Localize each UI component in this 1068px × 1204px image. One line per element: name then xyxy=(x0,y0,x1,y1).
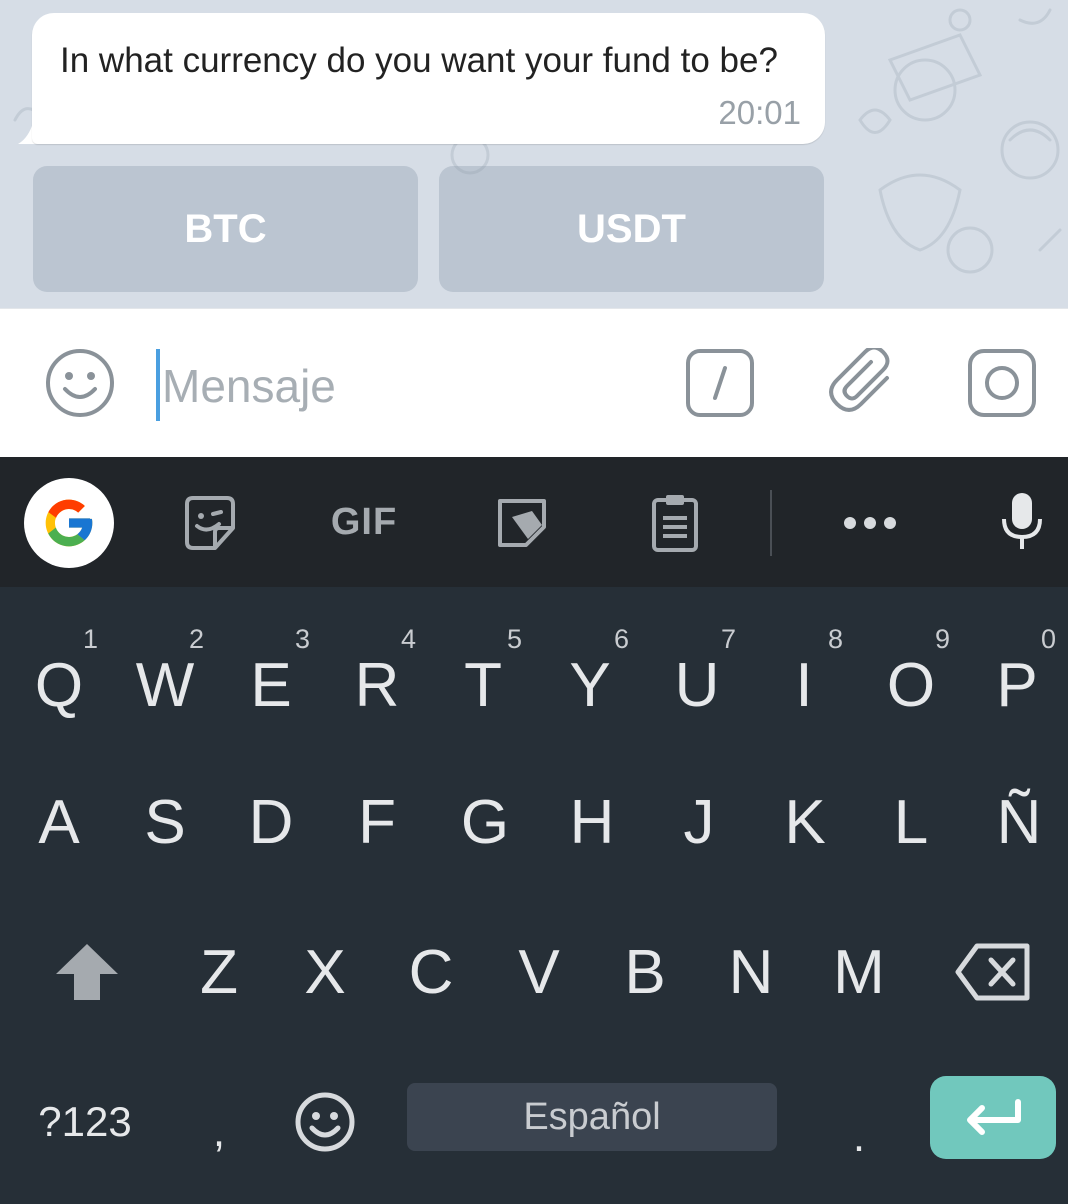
key-a[interactable]: A xyxy=(6,757,112,887)
emoji-key[interactable] xyxy=(272,1057,378,1187)
reply-button-usdt[interactable]: USDT xyxy=(439,166,824,292)
enter-icon xyxy=(967,1098,1021,1135)
key-g[interactable]: G xyxy=(432,757,538,887)
text-caret xyxy=(156,349,160,421)
space-key[interactable]: Español xyxy=(407,1083,777,1151)
symbols-key[interactable]: ?123 xyxy=(24,1057,146,1187)
sticker-icon[interactable] xyxy=(178,493,242,553)
message-time: 20:01 xyxy=(718,94,801,131)
message-input[interactable] xyxy=(162,353,642,419)
enter-key[interactable] xyxy=(930,1076,1056,1159)
attach-icon[interactable] xyxy=(828,347,900,419)
message-text: In what currency do you want your fund t… xyxy=(60,41,778,80)
key-v[interactable]: V xyxy=(486,907,592,1037)
backspace-icon xyxy=(955,943,1030,1001)
shift-icon xyxy=(56,944,118,1000)
chat-area: In what currency do you want your fund t… xyxy=(0,0,1068,308)
key-r[interactable]: R4 xyxy=(324,602,430,732)
key-j[interactable]: J xyxy=(646,757,752,887)
toolbar-divider xyxy=(770,490,772,556)
emoji-icon[interactable] xyxy=(44,347,116,419)
message-input-bar xyxy=(0,308,1068,457)
key-f[interactable]: F xyxy=(324,757,430,887)
key-y[interactable]: Y6 xyxy=(537,602,643,732)
key-c[interactable]: C xyxy=(378,907,484,1037)
key-z[interactable]: Z xyxy=(166,907,272,1037)
comma-key[interactable]: , xyxy=(166,1057,272,1187)
key-h[interactable]: H xyxy=(539,757,645,887)
key-x[interactable]: X xyxy=(272,907,378,1037)
keyboard: Q1 W2 E3 R4 T5 Y6 U7 I8 O9 P0 A S D F G … xyxy=(0,587,1068,1204)
clipboard-icon[interactable] xyxy=(644,489,706,557)
bot-command-icon[interactable] xyxy=(684,347,756,419)
key-w[interactable]: W2 xyxy=(112,602,218,732)
message-bubble: In what currency do you want your fund t… xyxy=(32,13,825,144)
key-b[interactable]: B xyxy=(592,907,698,1037)
key-o[interactable]: O9 xyxy=(858,602,964,732)
key-k[interactable]: K xyxy=(752,757,858,887)
google-icon[interactable] xyxy=(24,478,114,568)
key-p[interactable]: P0 xyxy=(964,602,1068,732)
shift-key[interactable] xyxy=(32,907,142,1037)
key-n[interactable]: N xyxy=(698,907,804,1037)
gif-icon[interactable]: GIF xyxy=(322,497,406,547)
note-icon[interactable] xyxy=(490,493,554,553)
key-l[interactable]: L xyxy=(858,757,964,887)
keyboard-toolbar: GIF xyxy=(0,457,1068,587)
key-q[interactable]: Q1 xyxy=(6,602,112,732)
key-e[interactable]: E3 xyxy=(218,602,324,732)
more-icon[interactable] xyxy=(838,501,902,545)
key-d[interactable]: D xyxy=(218,757,324,887)
key-i[interactable]: I8 xyxy=(751,602,857,732)
key-u[interactable]: U7 xyxy=(644,602,750,732)
camera-icon[interactable] xyxy=(966,347,1038,419)
key-t[interactable]: T5 xyxy=(430,602,536,732)
backspace-key[interactable] xyxy=(938,907,1048,1037)
key-m[interactable]: M xyxy=(806,907,912,1037)
reply-button-btc[interactable]: BTC xyxy=(33,166,418,292)
emoji-icon xyxy=(295,1092,355,1152)
microphone-icon[interactable] xyxy=(996,489,1048,555)
period-key[interactable]: . xyxy=(806,1057,912,1187)
key-n-tilde[interactable]: Ñ xyxy=(966,757,1068,887)
key-s[interactable]: S xyxy=(112,757,218,887)
